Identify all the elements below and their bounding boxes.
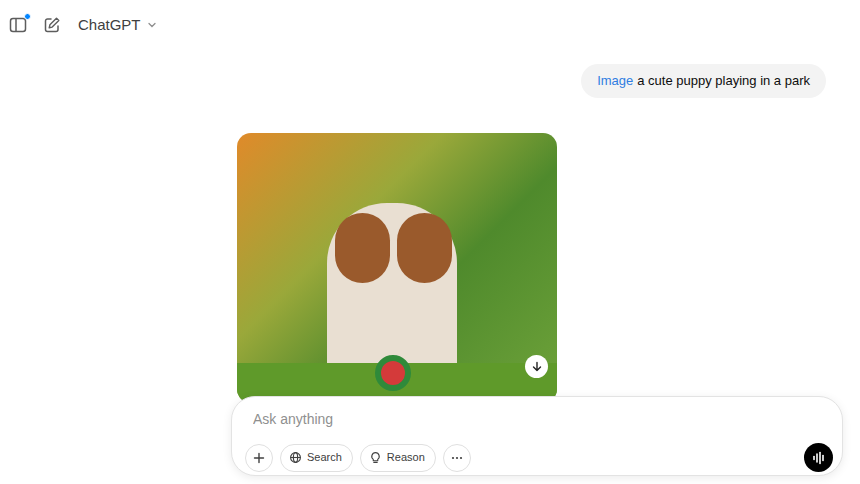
tool-button[interactable]: Reason xyxy=(360,444,436,472)
tool-row: Search Reason xyxy=(245,444,471,472)
model-selector[interactable]: ChatGPT xyxy=(76,14,157,37)
notification-dot xyxy=(24,13,31,20)
sidebar-toggle[interactable] xyxy=(8,15,28,35)
plus-icon xyxy=(252,451,266,465)
top-bar: ChatGPT xyxy=(0,0,860,40)
tool-label: Search xyxy=(307,449,342,466)
puppy-ear xyxy=(335,213,390,283)
download-icon xyxy=(531,361,543,373)
puppy-ear xyxy=(397,213,452,283)
download-button[interactable] xyxy=(525,355,548,378)
voice-waveform-icon xyxy=(812,451,826,465)
ball xyxy=(375,355,411,391)
more-dots-icon xyxy=(450,451,464,465)
model-title: ChatGPT xyxy=(78,14,141,37)
user-message: Imagea cute puppy playing in a park xyxy=(581,64,826,98)
tool-button[interactable]: Search xyxy=(280,444,353,472)
message-text: a cute puppy playing in a park xyxy=(637,71,810,91)
attach-button[interactable] xyxy=(245,444,273,472)
new-chat-button[interactable] xyxy=(42,15,62,35)
composer: Search Reason xyxy=(231,396,843,476)
tool-label: Reason xyxy=(387,449,425,466)
voice-button[interactable] xyxy=(804,443,833,472)
more-button[interactable] xyxy=(443,444,471,472)
prompt-input[interactable] xyxy=(253,409,821,429)
chevron-down-icon xyxy=(147,20,157,30)
lightbulb-icon xyxy=(369,451,382,464)
generated-image[interactable] xyxy=(237,133,557,403)
image-tag: Image xyxy=(597,71,633,91)
conversation: Imagea cute puppy playing in a park xyxy=(0,40,860,403)
edit-icon xyxy=(43,16,61,34)
globe-icon xyxy=(289,451,302,464)
